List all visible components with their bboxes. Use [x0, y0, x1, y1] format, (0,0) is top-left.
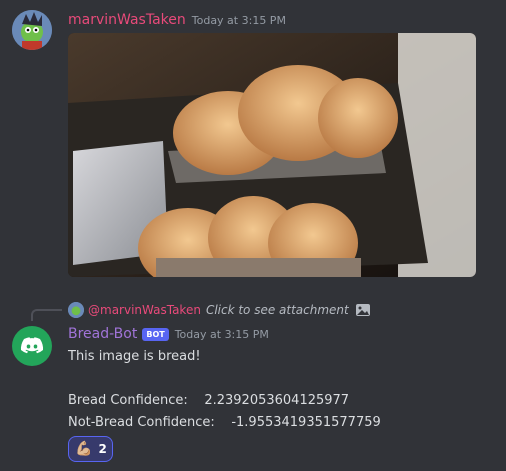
message-line: Not-Bread Confidence: -1.955341935157775… [68, 415, 381, 430]
avatar-bread-bot[interactable] [12, 326, 52, 366]
author-name[interactable]: marvinWasTaken [68, 12, 186, 28]
message-header: Bread-Bot BOT Today at 3:15 PM [68, 326, 269, 342]
reply-hint[interactable]: Click to see attachment [206, 303, 349, 317]
reaction-count: 2 [98, 442, 107, 456]
image-icon [355, 302, 371, 318]
reply-avatar [68, 302, 84, 318]
image-attachment[interactable] [68, 33, 476, 277]
message-line: Bread Confidence: 2.2392053604125977 [68, 393, 350, 408]
reply-preview[interactable]: @marvinWasTaken Click to see attachment [68, 300, 371, 320]
avatar-marvin[interactable] [12, 10, 52, 50]
message-line: This image is bread! [68, 349, 201, 364]
message-marvin: marvinWasTaken Today at 3:15 PM [0, 0, 506, 290]
timestamp: Today at 3:15 PM [174, 327, 269, 341]
bot-badge: BOT [142, 327, 169, 341]
timestamp: Today at 3:15 PM [191, 14, 286, 27]
reaction-flexed-biceps[interactable]: 💪🏼 2 [68, 436, 113, 462]
reply-mention[interactable]: @marvinWasTaken [88, 303, 201, 317]
flexed-biceps-icon: 💪🏼 [75, 441, 93, 457]
author-name[interactable]: Bread-Bot [68, 326, 137, 342]
reply-spine [31, 309, 62, 321]
discord-logo-icon [20, 337, 44, 354]
message-header: marvinWasTaken Today at 3:15 PM [68, 12, 286, 28]
